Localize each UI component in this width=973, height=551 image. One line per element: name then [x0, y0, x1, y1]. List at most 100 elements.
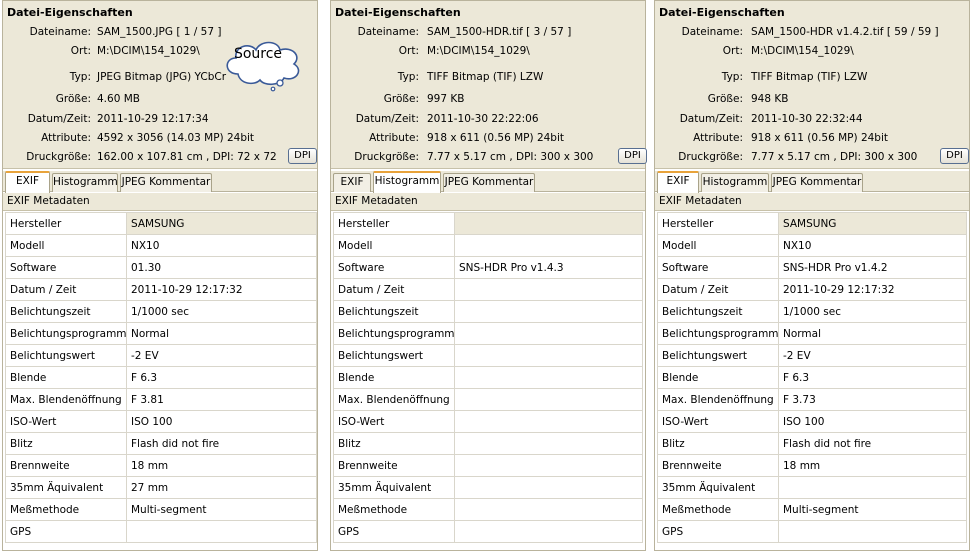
tab-jpeg-kommentar[interactable]: JPEG Kommentar [120, 173, 212, 192]
tab-exif[interactable]: EXIF [657, 171, 699, 193]
table-row[interactable]: Blitz Flash did not fire [657, 432, 967, 455]
exif-field-value: SAMSUNG [126, 212, 317, 235]
property-label: Datum/Zeit: [355, 113, 419, 125]
property-value: 2011-10-30 22:32:44 [751, 113, 863, 125]
file-properties-panel-2: Datei-Eigenschaften Dateiname: SAM_1500-HD… [330, 0, 647, 551]
exif-field-name: Hersteller [657, 212, 779, 235]
table-row[interactable]: Datum / Zeit 2011-10-29 12:17:32 [5, 278, 317, 301]
table-row[interactable]: Software 01.30 [5, 256, 317, 279]
table-row[interactable]: Brennweite 18 mm [657, 454, 967, 477]
exif-field-value: F 3.73 [778, 388, 967, 411]
table-row[interactable]: 35mm Äquivalent [333, 476, 643, 499]
table-row[interactable]: Modell [333, 234, 643, 257]
property-label: Dateiname: [681, 26, 743, 38]
property-value: SAM_1500.JPG [ 1 / 57 ] [97, 26, 222, 38]
table-row[interactable]: Hersteller [333, 212, 643, 235]
table-row[interactable]: Blende F 6.3 [657, 366, 967, 389]
tab-histogramm[interactable]: Histogramm [373, 171, 441, 193]
table-row[interactable]: Modell NX10 [657, 234, 967, 257]
exif-field-value: SNS-HDR Pro v1.4.2 [778, 256, 967, 279]
table-row[interactable]: Blende F 6.3 [5, 366, 317, 389]
table-row[interactable]: Software SNS-HDR Pro v1.4.3 [333, 256, 643, 279]
table-row[interactable]: Belichtungszeit [333, 300, 643, 323]
table-row[interactable]: Belichtungswert [333, 344, 643, 367]
tab-exif[interactable]: EXIF [333, 173, 371, 192]
table-row[interactable]: Blitz [333, 432, 643, 455]
exif-field-value [454, 432, 643, 455]
property-value: 4.60 MB [97, 93, 140, 105]
table-row[interactable]: Belichtungsprogramm [333, 322, 643, 345]
tab-histogramm[interactable]: Histogramm [52, 173, 118, 192]
exif-field-name: Blitz [5, 432, 127, 455]
file-properties-title: Datei-Eigenschaften [335, 6, 461, 19]
exif-field-value: 01.30 [126, 256, 317, 279]
table-row[interactable]: Meßmethode Multi-segment [657, 498, 967, 521]
table-row[interactable]: Blitz Flash did not fire [5, 432, 317, 455]
exif-field-value: ISO 100 [778, 410, 967, 433]
tab-exif[interactable]: EXIF [5, 171, 50, 193]
table-row[interactable]: Belichtungswert -2 EV [5, 344, 317, 367]
table-row[interactable]: ISO-Wert [333, 410, 643, 433]
exif-field-value [454, 520, 643, 543]
property-value: 4592 x 3056 (14.03 MP) 24bit [97, 132, 255, 144]
dpi-button[interactable]: DPI [618, 148, 647, 164]
table-row[interactable]: Belichtungsprogramm Normal [657, 322, 967, 345]
dpi-button[interactable]: DPI [940, 148, 969, 164]
property-value: SAM_1500-HDR v1.4.2.tif [ 59 / 59 ] [751, 26, 939, 38]
exif-field-name: Belichtungswert [333, 344, 455, 367]
exif-field-value: F 6.3 [126, 366, 317, 389]
exif-field-value: F 3.81 [126, 388, 317, 411]
table-row[interactable]: Software SNS-HDR Pro v1.4.2 [657, 256, 967, 279]
table-row[interactable]: Hersteller SAMSUNG [657, 212, 967, 235]
table-row[interactable]: Belichtungszeit 1/1000 sec [5, 300, 317, 323]
exif-field-name: Max. Blendenöffnung [657, 388, 779, 411]
table-row[interactable]: Modell NX10 [5, 234, 317, 257]
tab-jpeg-kommentar[interactable]: JPEG Kommentar [443, 173, 535, 192]
exif-field-name: Brennweite [333, 454, 455, 477]
exif-field-name: GPS [5, 520, 127, 543]
property-value: SAM_1500-HDR.tif [ 3 / 57 ] [427, 26, 572, 38]
table-row[interactable]: Datum / Zeit 2011-10-29 12:17:32 [657, 278, 967, 301]
table-row[interactable]: Hersteller SAMSUNG [5, 212, 317, 235]
table-row[interactable]: Max. Blendenöffnung F 3.73 [657, 388, 967, 411]
property-label: Dateiname: [357, 26, 419, 38]
property-value: TIFF Bitmap (TIF) LZW [427, 71, 544, 83]
table-row[interactable]: Meßmethode [333, 498, 643, 521]
table-row[interactable]: Max. Blendenöffnung [333, 388, 643, 411]
table-row[interactable]: 35mm Äquivalent [657, 476, 967, 499]
dpi-button[interactable]: DPI [288, 148, 317, 164]
exif-field-value [454, 498, 643, 521]
table-row[interactable]: Belichtungswert -2 EV [657, 344, 967, 367]
table-row[interactable]: Belichtungszeit 1/1000 sec [657, 300, 967, 323]
exif-field-value: Multi-segment [126, 498, 317, 521]
exif-field-value: Normal [126, 322, 317, 345]
table-row[interactable]: GPS [5, 520, 317, 543]
exif-field-value [454, 410, 643, 433]
table-row[interactable]: Belichtungsprogramm Normal [5, 322, 317, 345]
tab-histogramm[interactable]: Histogramm [701, 173, 769, 192]
exif-field-value [778, 476, 967, 499]
table-row[interactable]: GPS [657, 520, 967, 543]
exif-field-value: Flash did not fire [778, 432, 967, 455]
table-row[interactable]: ISO-Wert ISO 100 [657, 410, 967, 433]
exif-field-name: Modell [5, 234, 127, 257]
exif-field-name: Hersteller [5, 212, 127, 235]
exif-field-name: Meßmethode [333, 498, 455, 521]
table-row[interactable]: Datum / Zeit [333, 278, 643, 301]
table-row[interactable]: ISO-Wert ISO 100 [5, 410, 317, 433]
table-row[interactable]: Meßmethode Multi-segment [5, 498, 317, 521]
exif-field-name: Belichtungszeit [5, 300, 127, 323]
table-row[interactable]: Blende [333, 366, 643, 389]
tab-jpeg-kommentar[interactable]: JPEG Kommentar [771, 173, 863, 192]
table-row[interactable]: Max. Blendenöffnung F 3.81 [5, 388, 317, 411]
exif-metadata-table: Hersteller SAMSUNG Modell NX10 Software SNS-H… [657, 212, 967, 543]
property-label: Datum/Zeit: [679, 113, 743, 125]
property-value: 948 KB [751, 93, 789, 105]
table-row[interactable]: Brennweite [333, 454, 643, 477]
exif-field-name: Hersteller [333, 212, 455, 235]
table-row[interactable]: 35mm Äquivalent 27 mm [5, 476, 317, 499]
exif-field-name: Software [5, 256, 127, 279]
exif-field-name: Datum / Zeit [657, 278, 779, 301]
table-row[interactable]: GPS [333, 520, 643, 543]
table-row[interactable]: Brennweite 18 mm [5, 454, 317, 477]
